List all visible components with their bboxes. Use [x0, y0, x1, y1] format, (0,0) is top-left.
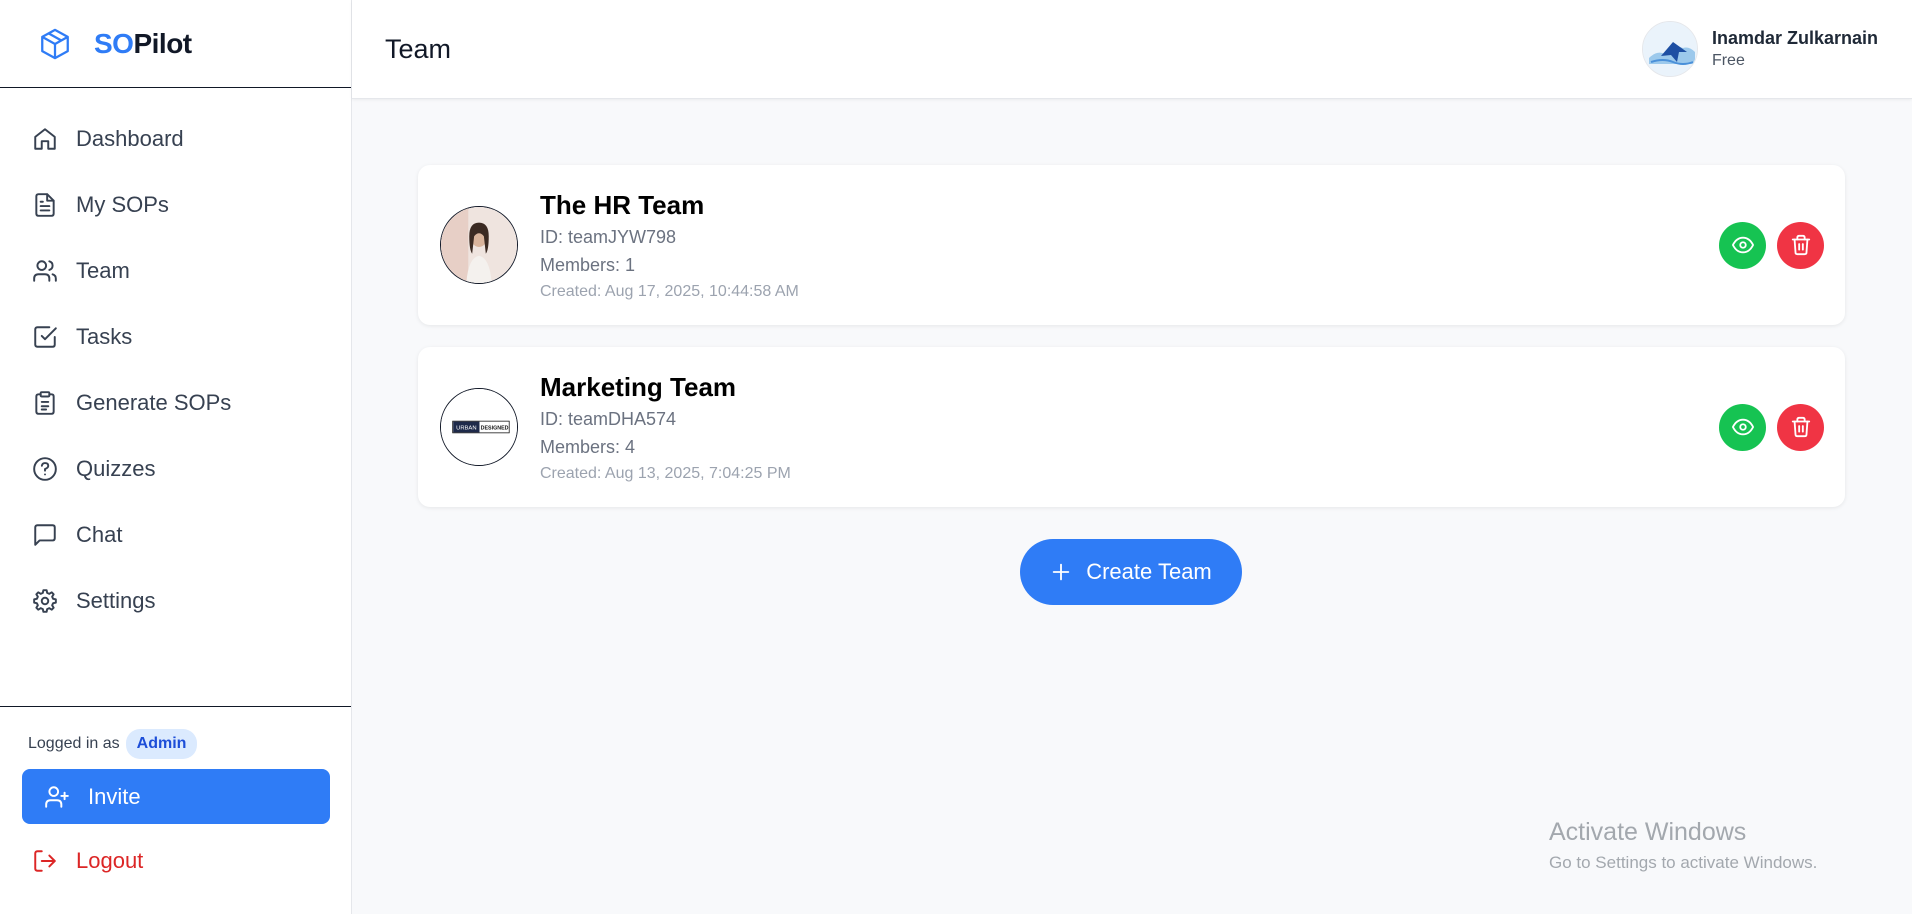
sidebar-item-label: Settings: [76, 588, 156, 613]
sidebar-footer: Logged in as Admin Invite Logout: [0, 706, 351, 914]
clipboard-icon: [35, 391, 55, 415]
user-plus-icon: [45, 785, 69, 808]
team-info: Marketing Team ID: teamDHA574 Members: 4…: [540, 372, 1719, 483]
sidebar-item-my-sops[interactable]: My SOPs: [0, 172, 351, 238]
sidebar-item-generate-sops[interactable]: Generate SOPs: [0, 370, 351, 436]
help-circle-icon: [33, 457, 57, 481]
team-avatar-image: URBAN DESIGNED: [441, 389, 517, 465]
avatar-image: [1642, 22, 1697, 76]
sidebar-item-settings[interactable]: Settings: [0, 568, 351, 634]
team-actions: [1719, 403, 1824, 451]
plus-icon: [1052, 563, 1070, 581]
team-actions: [1719, 221, 1824, 269]
view-team-button[interactable]: [1719, 221, 1766, 269]
team-members: Members: 1: [540, 254, 636, 275]
logged-in-label: Logged in as: [28, 735, 120, 752]
user-name: Inamdar Zulkarnain: [1711, 28, 1878, 48]
avatar: [1641, 21, 1698, 77]
eye-icon: [1731, 418, 1754, 436]
team-created: Created: Aug 13, 2025, 7:04:25 PM: [540, 464, 791, 482]
logged-in-row: Logged in as Admin: [28, 729, 329, 759]
brand[interactable]: SOPilot: [0, 0, 351, 88]
eye-icon: [1731, 236, 1754, 254]
invite-button[interactable]: Invite: [22, 769, 330, 824]
team-created: Created: Aug 17, 2025, 10:44:58 AM: [540, 282, 799, 300]
team-avatar: URBAN DESIGNED: [440, 388, 518, 466]
sidebar-item-quizzes[interactable]: Quizzes: [0, 436, 351, 502]
team-avatar-image: [441, 207, 517, 283]
team-members: Members: 4: [540, 436, 636, 457]
logout-icon: [34, 850, 56, 872]
team-info: The HR Team ID: teamJYW798 Members: 1 Cr…: [540, 190, 1719, 301]
home-icon: [34, 128, 56, 150]
user-meta: Inamdar Zulkarnain Free: [1712, 28, 1878, 70]
sidebar-item-dashboard[interactable]: Dashboard: [0, 106, 351, 172]
team-name: The HR Team: [540, 189, 705, 220]
sidebar-item-label: Quizzes: [76, 456, 156, 481]
trash-icon: [1791, 234, 1810, 256]
sidebar-nav: Dashboard My SOPs Team Tasks Generate SO…: [0, 88, 351, 706]
sidebar-item-tasks[interactable]: Tasks: [0, 304, 351, 370]
brand-prefix: SO: [94, 27, 134, 59]
sidebar-item-label: Team: [76, 258, 130, 283]
delete-team-button[interactable]: [1777, 221, 1824, 269]
cube-logo-icon: [41, 28, 69, 59]
team-card[interactable]: URBAN DESIGNED Marketing Team ID: teamDH…: [418, 347, 1845, 507]
sidebar-item-chat[interactable]: Chat: [0, 502, 351, 568]
create-team-button[interactable]: Create Team: [1020, 539, 1242, 605]
windows-activation-watermark: Activate Windows Go to Settings to activ…: [1549, 818, 1817, 873]
create-team-label: Create Team: [1086, 559, 1212, 584]
invite-label: Invite: [88, 783, 141, 809]
watermark-subtitle: Go to Settings to activate Windows.: [1549, 853, 1818, 872]
sidebar-item-label: Tasks: [76, 324, 133, 349]
team-avatar: [440, 206, 518, 284]
user-plan: Free: [1711, 52, 1745, 69]
view-team-button[interactable]: [1719, 403, 1766, 451]
gear-icon: [33, 589, 57, 613]
team-id: ID: teamJYW798: [540, 226, 677, 247]
page-title: Team: [385, 33, 452, 64]
logo-text-right: DESIGNED: [481, 425, 509, 431]
delete-team-button[interactable]: [1777, 403, 1824, 451]
logout-button[interactable]: Logout: [22, 848, 329, 874]
sidebar-item-label: My SOPs: [76, 192, 169, 217]
top-header: Team Inamdar Zulkarnain Free: [352, 0, 1912, 99]
brand-name: SOPilot: [94, 28, 192, 60]
sidebar: SOPilot Dashboard My SOPs Team Tasks Gen…: [0, 0, 352, 914]
sidebar-item-label: Chat: [76, 522, 123, 547]
sidebar-item-label: Dashboard: [76, 126, 184, 151]
watermark-title: Activate Windows: [1549, 818, 1747, 846]
logout-label: Logout: [76, 848, 144, 873]
sidebar-item-team[interactable]: Team: [0, 238, 351, 304]
checkbox-icon: [34, 326, 57, 348]
main-content: The HR Team ID: teamJYW798 Members: 1 Cr…: [352, 99, 1912, 914]
team-card[interactable]: The HR Team ID: teamJYW798 Members: 1 Cr…: [418, 165, 1845, 325]
role-badge: Admin: [125, 729, 198, 759]
sidebar-item-label: Generate SOPs: [76, 390, 232, 415]
team-name: Marketing Team: [540, 371, 737, 402]
message-icon: [34, 524, 56, 546]
users-icon: [33, 260, 57, 282]
user-profile[interactable]: Inamdar Zulkarnain Free: [1641, 21, 1878, 77]
document-icon: [35, 193, 55, 217]
trash-icon: [1791, 416, 1810, 438]
brand-suffix: Pilot: [133, 27, 192, 59]
team-id: ID: teamDHA574: [540, 408, 677, 429]
logo-text-left: URBAN: [456, 425, 476, 431]
